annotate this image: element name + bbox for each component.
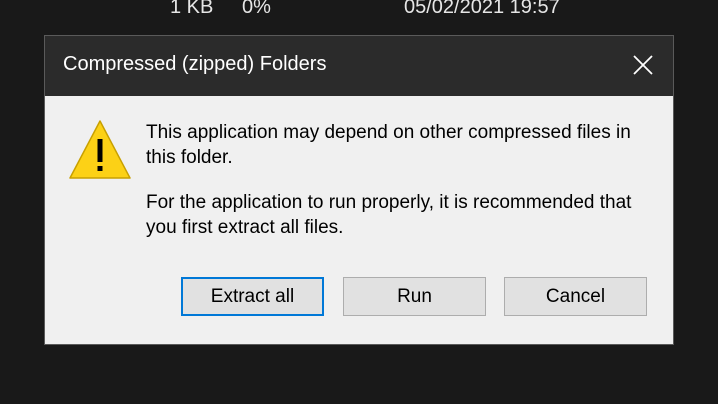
dialog-message: This application may depend on other com… — [146, 120, 656, 260]
file-date: 05/02/2021 19:57 — [404, 0, 560, 18]
compressed-folders-dialog: Compressed (zipped) Folders This applica… — [44, 35, 674, 345]
message-paragraph-2: For the application to run properly, it … — [146, 192, 632, 238]
background-file-row: 1 KB 0% 05/02/2021 19:57 — [0, 0, 718, 20]
file-size: 1 KB — [170, 0, 214, 18]
close-icon — [633, 55, 653, 75]
dialog-title: Compressed (zipped) Folders — [63, 53, 327, 75]
close-button[interactable] — [613, 36, 673, 96]
extract-all-button[interactable]: Extract all — [181, 277, 324, 316]
compression-ratio: 0% — [242, 0, 271, 18]
warning-icon — [69, 120, 131, 179]
run-button[interactable]: Run — [343, 277, 486, 316]
message-paragraph-1: This application may depend on other com… — [146, 122, 631, 168]
cancel-button[interactable]: Cancel — [504, 277, 647, 316]
dialog-titlebar[interactable]: Compressed (zipped) Folders — [45, 36, 673, 96]
